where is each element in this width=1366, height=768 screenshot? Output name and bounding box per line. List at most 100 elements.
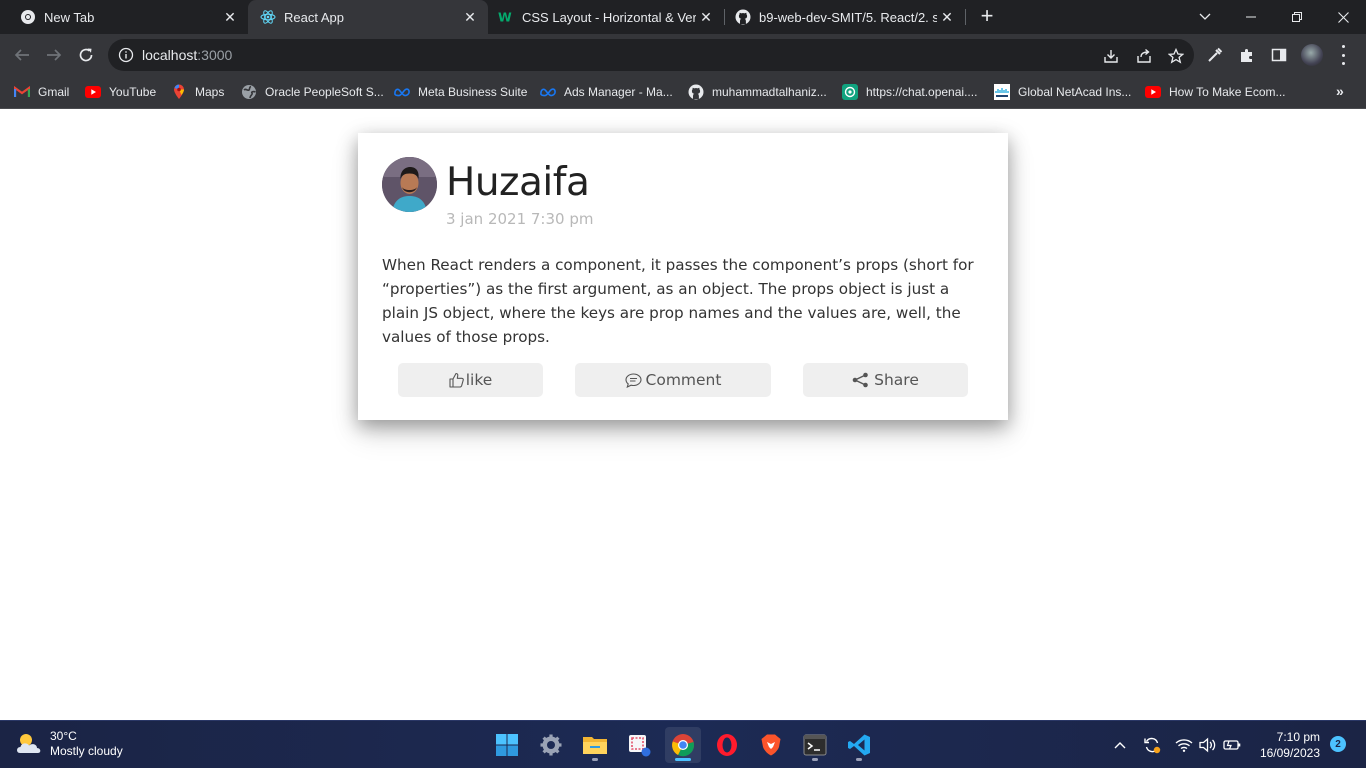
close-icon (1337, 11, 1349, 23)
close-icon[interactable]: ✕ (220, 7, 240, 27)
volume-icon[interactable] (1198, 735, 1218, 755)
like-button[interactable]: like (398, 363, 543, 397)
globe-icon (241, 84, 257, 100)
comment-label: Comment (645, 371, 722, 389)
arrow-right-icon (47, 49, 62, 61)
tab-title: b9-web-dev-SMIT/5. React/2. sta (759, 9, 937, 25)
taskbar-file-explorer[interactable] (577, 727, 613, 763)
eyedropper-extension-icon[interactable] (1206, 46, 1224, 64)
terminal-icon (803, 734, 827, 756)
bookmark-ads-manager[interactable]: Ads Manager - Ma... (540, 82, 673, 102)
bookmark-label: Global NetAcad Ins... (1018, 85, 1132, 99)
close-icon[interactable]: ✕ (696, 7, 716, 27)
system-clock[interactable]: 7:10 pm 16/09/2023 (1250, 729, 1320, 761)
bookmark-gmail[interactable]: Gmail (14, 82, 69, 102)
weather-condition: Mostly cloudy (50, 744, 123, 758)
cisco-icon (994, 84, 1010, 100)
arrow-left-icon (14, 49, 29, 61)
address-bar[interactable]: localhost:3000 (108, 39, 1194, 71)
notification-badge[interactable]: 2 (1330, 736, 1346, 752)
tab-strip: New Tab ✕ React App ✕ W CSS Layout - Hor… (0, 0, 1366, 34)
youtube-icon (1145, 84, 1161, 100)
reload-button[interactable] (72, 41, 100, 69)
active-indicator (675, 758, 691, 761)
taskbar-vscode[interactable] (841, 727, 877, 763)
post-author-name: Huzaifa (446, 160, 590, 205)
weather-widget[interactable]: 30°C Mostly cloudy (14, 729, 123, 759)
taskbar-chrome[interactable] (665, 727, 701, 763)
chrome-icon (672, 734, 694, 757)
back-button[interactable] (8, 41, 36, 69)
bookmark-label: https://chat.openai.... (866, 85, 978, 99)
tab-react-app[interactable]: React App ✕ (248, 0, 488, 34)
tab-github[interactable]: b9-web-dev-SMIT/5. React/2. sta ✕ (725, 0, 965, 34)
bookmark-github-profile[interactable]: muhammadtalhaniz... (688, 82, 827, 102)
wifi-icon[interactable] (1174, 735, 1194, 755)
tab-divider (965, 9, 966, 25)
bookmark-maps[interactable]: Maps (171, 82, 224, 102)
sync-status-icon[interactable] (1142, 735, 1162, 755)
taskbar-snipping-tool[interactable] (621, 727, 657, 763)
tab-new-tab[interactable]: New Tab ✕ (0, 0, 248, 34)
bookmark-label: YouTube (109, 85, 157, 99)
bookmark-label: Meta Business Suite (418, 85, 528, 99)
bookmark-label: Oracle PeopleSoft S... (265, 85, 384, 99)
windows-start-icon (496, 734, 518, 756)
page-viewport: Huzaifa 3 jan 2021 7:30 pm When React re… (0, 109, 1366, 720)
close-icon[interactable]: ✕ (937, 7, 957, 27)
taskbar-brave[interactable] (753, 727, 789, 763)
react-icon (260, 9, 276, 25)
url-port: :3000 (197, 47, 233, 63)
bookmarks-overflow-button[interactable]: » (1336, 83, 1344, 99)
browser-toolbar: localhost:3000 (0, 34, 1366, 76)
install-app-icon[interactable] (1102, 47, 1120, 65)
weather-temperature: 30°C (50, 729, 77, 743)
side-panel-icon[interactable] (1270, 46, 1288, 64)
bookmark-youtube[interactable]: YouTube (85, 82, 156, 102)
github-icon (735, 9, 751, 25)
taskbar-settings[interactable] (533, 727, 569, 763)
maps-icon (171, 84, 187, 100)
start-button[interactable] (489, 727, 525, 763)
share-button[interactable]: Share (803, 363, 968, 397)
share-label: Share (874, 371, 919, 389)
close-icon[interactable]: ✕ (460, 7, 480, 27)
clock-time: 7:10 pm (1276, 730, 1320, 744)
brave-icon (761, 734, 781, 756)
minimize-icon (1246, 16, 1256, 18)
share-icon (852, 372, 868, 388)
bookmark-oracle-peoplesoft[interactable]: Oracle PeopleSoft S... (241, 82, 384, 102)
extensions-puzzle-icon[interactable] (1238, 46, 1256, 64)
restore-button[interactable] (1274, 0, 1320, 34)
avatar (382, 157, 437, 212)
comment-button[interactable]: Comment (575, 363, 771, 397)
post-body: When React renders a component, it passe… (382, 256, 974, 346)
bookmark-netacad[interactable]: Global NetAcad Ins... (994, 82, 1131, 102)
taskbar-terminal[interactable] (797, 727, 833, 763)
bookmark-star-icon[interactable] (1167, 47, 1185, 65)
new-tab-button[interactable]: + (975, 5, 999, 29)
browser-menu-button[interactable] (1340, 45, 1346, 65)
bookmark-chatgpt[interactable]: https://chat.openai.... (842, 82, 977, 102)
weather-text: 30°C Mostly cloudy (50, 729, 123, 759)
settings-icon (540, 734, 562, 756)
battery-icon[interactable] (1222, 735, 1242, 755)
opera-icon (717, 734, 737, 756)
url-host: localhost (142, 47, 198, 63)
tab-search-button[interactable] (1182, 0, 1228, 34)
tab-title: CSS Layout - Horizontal & Vertica (522, 9, 696, 25)
close-window-button[interactable] (1320, 0, 1366, 34)
bookmark-how-to-make-ecom[interactable]: How To Make Ecom... (1145, 82, 1285, 102)
info-icon[interactable] (118, 47, 134, 68)
minimize-button[interactable] (1228, 0, 1274, 34)
profile-avatar[interactable] (1301, 44, 1323, 66)
bookmark-meta-business-suite[interactable]: Meta Business Suite (394, 82, 527, 102)
forward-button[interactable] (40, 41, 68, 69)
tray-overflow-chevron-up-icon[interactable] (1110, 735, 1130, 755)
bookmark-label: Maps (195, 85, 225, 99)
file-explorer-icon (583, 737, 607, 754)
share-page-icon[interactable] (1135, 47, 1153, 65)
tab-css-layout[interactable]: W CSS Layout - Horizontal & Vertica ✕ (488, 0, 724, 34)
taskbar-opera[interactable] (709, 727, 745, 763)
w3schools-icon: W (498, 9, 514, 25)
